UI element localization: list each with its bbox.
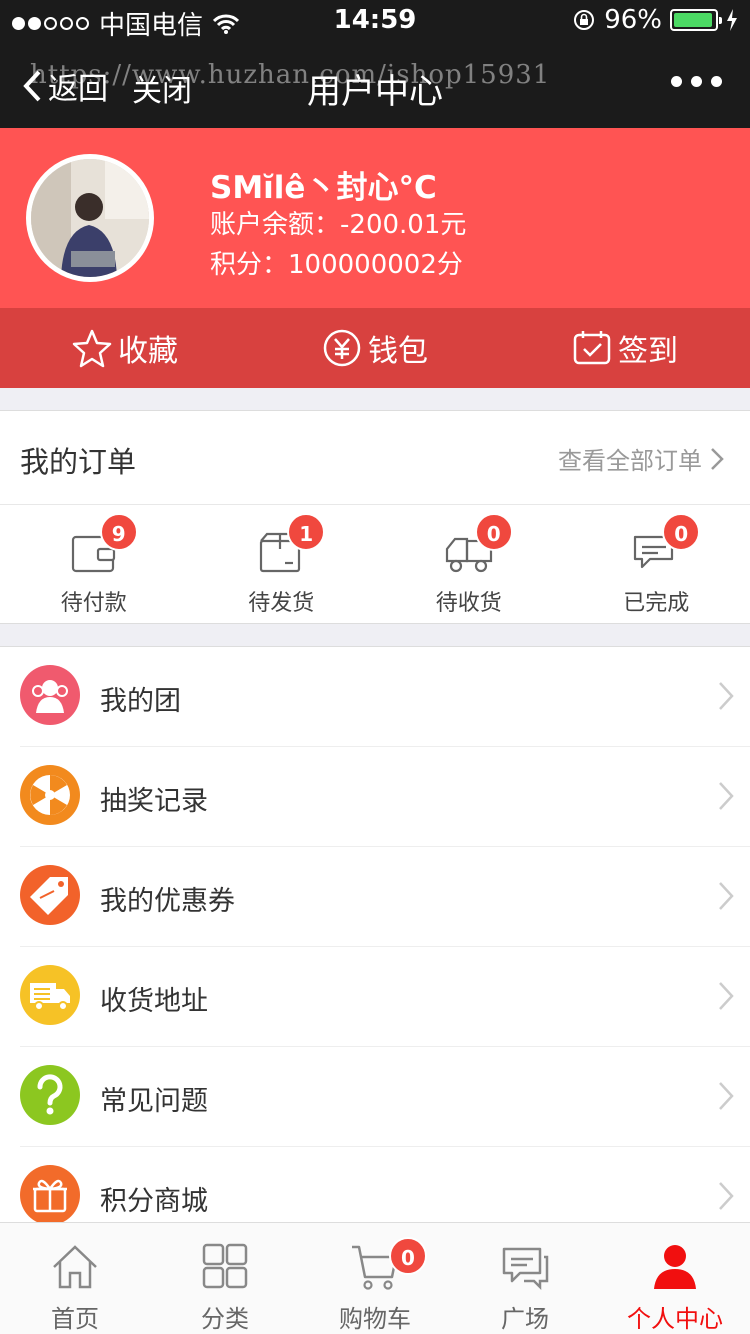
question-icon (20, 1065, 80, 1125)
menu-item-my-coupons[interactable]: 我的优惠券 (20, 847, 750, 947)
menu-item-label: 抽奖记录 (100, 786, 208, 817)
star-icon (72, 329, 112, 368)
tab-label: 首页 (51, 1305, 99, 1333)
tab-cart[interactable]: 0 购物车 (300, 1223, 450, 1334)
tab-category[interactable]: 分类 (150, 1223, 300, 1334)
person-icon (654, 1245, 696, 1289)
yuan-wallet-icon (323, 329, 361, 367)
menu-item-points-mall[interactable]: 积分商城 (20, 1147, 750, 1224)
menu-item-label: 我的团 (100, 686, 181, 717)
user-name: SMĭlê丶封心°C (210, 170, 437, 206)
balance-label: 账户余额： (210, 210, 341, 240)
wallet-label: 钱包 (368, 334, 428, 369)
watermark-text: https://www.huzhan.com/ishop15931 (30, 60, 551, 90)
tab-label: 分类 (201, 1305, 249, 1333)
battery-icon (670, 9, 722, 31)
balance-line: 账户余额：-200.01元 (210, 204, 466, 241)
points-value: 100000002分 (288, 250, 463, 280)
menu-item-label: 我的优惠券 (100, 886, 235, 917)
order-status-label: 待收货 (435, 591, 502, 616)
chevron-right-icon (719, 982, 734, 1010)
rotation-lock-icon (574, 10, 595, 30)
delivery-truck-icon (20, 965, 80, 1025)
order-completed[interactable]: 0 已完成 (563, 505, 750, 623)
order-count-badge: 0 (474, 513, 513, 551)
menu-item-shipping-address[interactable]: 收货地址 (20, 947, 750, 1047)
group-icon (20, 665, 80, 725)
view-all-orders-link[interactable]: 查看全部订单 (558, 441, 724, 476)
tab-label: 广场 (501, 1305, 549, 1333)
orders-section: 我的订单 查看全部订单 9 待付款 1 待发货 0 待收货 0 已完成 (0, 410, 750, 624)
grid-icon (202, 1243, 248, 1289)
menu-item-lottery-records[interactable]: 抽奖记录 (20, 747, 750, 847)
battery-percent: 96% (604, 5, 662, 35)
checkin-button[interactable]: 签到 (500, 308, 750, 388)
home-icon (53, 1245, 97, 1289)
profile-header: SMĭlê丶封心°C 账户余额：-200.01元 积分：100000002分 (0, 128, 750, 308)
cart-count-badge: 0 (389, 1237, 427, 1275)
favorites-button[interactable]: 收藏 (0, 308, 250, 388)
sale-tag-icon (20, 865, 80, 925)
chevron-right-icon (711, 447, 724, 470)
tab-home[interactable]: 首页 (0, 1223, 150, 1334)
orders-title: 我的订单 (20, 445, 137, 479)
order-pending-payment[interactable]: 9 待付款 (0, 505, 188, 623)
chevron-right-icon (719, 882, 734, 910)
chevron-right-icon (719, 682, 734, 710)
lottery-wheel-icon (20, 765, 80, 825)
balance-value: -200.01元 (340, 210, 467, 240)
checkin-label: 签到 (618, 334, 678, 369)
order-count-badge: 0 (662, 513, 701, 551)
tab-label: 个人中心 (627, 1305, 723, 1333)
wallet-button[interactable]: 钱包 (250, 308, 500, 388)
order-status-label: 待发货 (248, 591, 315, 616)
points-label: 积分： (210, 250, 289, 280)
points-line: 积分：100000002分 (210, 244, 463, 281)
charging-icon (727, 9, 737, 31)
order-pending-receipt[interactable]: 0 待收货 (375, 505, 563, 623)
tab-square[interactable]: 广场 (450, 1223, 600, 1334)
calendar-check-icon (573, 331, 611, 365)
gift-icon (20, 1165, 80, 1224)
tab-label: 购物车 (339, 1305, 411, 1333)
avatar[interactable] (26, 154, 154, 282)
status-bar: 中国电信 14:59 96% (0, 0, 750, 41)
chevron-right-icon (719, 1082, 734, 1110)
more-menu-button[interactable] (671, 76, 722, 87)
order-status-label: 待付款 (60, 591, 127, 616)
menu-list: 我的团 抽奖记录 我的优惠券 收货地址 常见问题 积分商城 (0, 646, 750, 1224)
quick-actions: 收藏 钱包 签到 (0, 308, 750, 388)
menu-item-faq[interactable]: 常见问题 (20, 1047, 750, 1147)
favorites-label: 收藏 (118, 334, 178, 369)
chevron-right-icon (719, 782, 734, 810)
view-all-orders-label: 查看全部订单 (558, 447, 702, 475)
order-count-badge: 1 (287, 513, 326, 551)
order-count-badge: 9 (99, 513, 138, 551)
tab-profile[interactable]: 个人中心 (600, 1223, 750, 1334)
menu-item-label: 常见问题 (100, 1086, 208, 1117)
tab-bar: 首页 分类 0 购物车 广场 个人中心 (0, 1222, 750, 1334)
menu-item-label: 积分商城 (100, 1186, 208, 1217)
menu-item-my-group[interactable]: 我的团 (20, 647, 750, 747)
chat-icon (502, 1247, 549, 1291)
order-status-label: 已完成 (623, 591, 690, 616)
menu-item-label: 收货地址 (100, 986, 208, 1017)
chevron-right-icon (719, 1182, 734, 1210)
order-pending-shipment[interactable]: 1 待发货 (188, 505, 376, 623)
